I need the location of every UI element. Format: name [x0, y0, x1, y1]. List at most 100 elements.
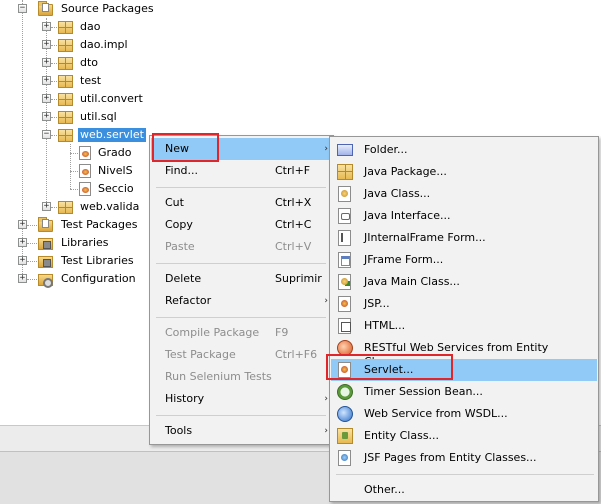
- submenu-item-label: Other...: [364, 483, 405, 496]
- expand-toggle[interactable]: +: [18, 274, 27, 283]
- collapse-toggle[interactable]: −: [18, 4, 27, 13]
- submenu-item-other[interactable]: Other...: [331, 479, 597, 501]
- tree-node-libraries[interactable]: Libraries: [38, 234, 111, 252]
- menu-item-cut[interactable]: Cut Ctrl+X: [151, 192, 332, 214]
- menu-item-tools[interactable]: Tools ›: [151, 420, 332, 442]
- submenu-item-folder[interactable]: Folder...: [331, 139, 597, 161]
- menu-item-label: Run Selenium Tests: [165, 370, 272, 383]
- new-submenu: Folder... Java Package... Java Class... …: [329, 136, 599, 502]
- menu-separator: [156, 187, 326, 188]
- expand-toggle[interactable]: +: [42, 202, 51, 211]
- java-interface-icon: [338, 208, 351, 224]
- tree-node-label: dao.impl: [80, 38, 128, 51]
- submenu-item-label: HTML...: [364, 319, 406, 332]
- configuration-icon: [38, 272, 54, 288]
- tree-guide-line: [70, 144, 71, 189]
- submenu-arrow-icon: ›: [324, 144, 328, 154]
- submenu-item-jframe-form[interactable]: JFrame Form...: [331, 249, 597, 271]
- menu-item-label: Refactor: [165, 294, 212, 307]
- jframe-icon: [338, 252, 351, 268]
- submenu-item-java-main-class[interactable]: Java Main Class...: [331, 271, 597, 293]
- expand-toggle[interactable]: +: [42, 94, 51, 103]
- tree-node-dao-impl[interactable]: dao.impl: [58, 36, 130, 54]
- submenu-item-web-service-from-wsdl[interactable]: Web Service from WSDL...: [331, 403, 597, 425]
- menu-item-find[interactable]: Find... Ctrl+F: [151, 160, 332, 182]
- submenu-item-label: JSP...: [364, 297, 390, 310]
- source-folder-icon: [38, 1, 54, 16]
- tree-node-util-sql[interactable]: util.sql: [58, 108, 119, 126]
- jsf-icon: [338, 450, 351, 466]
- tree-node-web-servlet[interactable]: web.servlet: [58, 126, 146, 144]
- collapse-toggle[interactable]: −: [42, 130, 51, 139]
- package-icon: [58, 57, 73, 70]
- submenu-item-label: Java Main Class...: [364, 275, 460, 288]
- tree-node-test[interactable]: test: [58, 72, 103, 90]
- submenu-item-label: JInternalFrame Form...: [364, 231, 486, 244]
- libraries-icon: [38, 236, 54, 250]
- java-class-icon: [338, 186, 351, 202]
- expand-toggle[interactable]: +: [18, 256, 27, 265]
- expand-toggle[interactable]: +: [42, 112, 51, 121]
- tree-node-label: Test Libraries: [61, 254, 134, 267]
- menu-item-label: Test Package: [165, 348, 236, 361]
- menu-item-label: Paste: [165, 240, 195, 253]
- tree-node-label: Grado: [98, 146, 132, 159]
- tree-node-source-packages[interactable]: Source Packages: [38, 0, 156, 18]
- servlet-file-icon: [79, 182, 91, 196]
- menu-item-delete[interactable]: Delete Suprimir: [151, 268, 332, 290]
- submenu-item-label: Folder...: [364, 143, 408, 156]
- submenu-item-jsf-pages[interactable]: JSF Pages from Entity Classes...: [331, 447, 597, 469]
- java-main-class-icon: [338, 274, 351, 290]
- tree-node-label: dto: [80, 56, 99, 69]
- expand-toggle[interactable]: +: [18, 220, 27, 229]
- menu-item-history[interactable]: History ›: [151, 388, 332, 410]
- tree-node-label: Test Packages: [61, 218, 138, 231]
- menu-separator: [156, 415, 326, 416]
- menu-item-shortcut: Ctrl+C: [275, 218, 312, 231]
- tree-node-seccio[interactable]: Seccio: [77, 180, 136, 198]
- submenu-item-java-class[interactable]: Java Class...: [331, 183, 597, 205]
- submenu-item-java-package[interactable]: Java Package...: [331, 161, 597, 183]
- menu-item-label: Delete: [165, 272, 202, 285]
- folder-icon: [337, 144, 353, 156]
- tree-node-dto[interactable]: dto: [58, 54, 100, 72]
- menu-item-run-selenium-tests[interactable]: Run Selenium Tests: [151, 366, 332, 388]
- tree-node-label: util.sql: [80, 110, 117, 123]
- expand-toggle[interactable]: +: [42, 40, 51, 49]
- tree-node-nivels[interactable]: NivelS: [77, 162, 135, 180]
- tree-node-dao[interactable]: dao: [58, 18, 102, 36]
- tree-node-test-packages[interactable]: Test Packages: [38, 216, 139, 234]
- submenu-item-java-interface[interactable]: Java Interface...: [331, 205, 597, 227]
- expand-toggle[interactable]: +: [42, 22, 51, 31]
- context-menu: New › Find... Ctrl+F Cut Ctrl+X Copy Ctr…: [149, 135, 334, 445]
- tree-node-web-valida[interactable]: web.valida: [58, 198, 141, 216]
- tree-node-test-libraries[interactable]: Test Libraries: [38, 252, 136, 270]
- tree-node-label: Libraries: [61, 236, 109, 249]
- menu-item-shortcut: Ctrl+V: [275, 240, 312, 253]
- submenu-item-jsp[interactable]: JSP...: [331, 293, 597, 315]
- tree-node-configuration[interactable]: Configuration: [38, 270, 138, 288]
- menu-item-refactor[interactable]: Refactor ›: [151, 290, 332, 312]
- submenu-item-html[interactable]: HTML...: [331, 315, 597, 337]
- menu-separator: [336, 474, 594, 475]
- menu-item-label: Copy: [165, 218, 193, 231]
- menu-item-shortcut: F9: [275, 326, 289, 339]
- tree-node-grado[interactable]: Grado: [77, 144, 134, 162]
- expand-toggle[interactable]: +: [42, 58, 51, 67]
- menu-item-shortcut: Suprimir: [275, 272, 322, 285]
- tree-node-label: Source Packages: [61, 2, 154, 15]
- submenu-item-jinternalframe-form[interactable]: JInternalFrame Form...: [331, 227, 597, 249]
- submenu-item-entity-class[interactable]: Entity Class...: [331, 425, 597, 447]
- submenu-item-label: Timer Session Bean...: [364, 385, 483, 398]
- expand-toggle[interactable]: +: [42, 76, 51, 85]
- submenu-item-timer-session-bean[interactable]: Timer Session Bean...: [331, 381, 597, 403]
- menu-item-test-package[interactable]: Test Package Ctrl+F6: [151, 344, 332, 366]
- menu-item-copy[interactable]: Copy Ctrl+C: [151, 214, 332, 236]
- highlight-box-new: [152, 133, 219, 162]
- expand-toggle[interactable]: +: [18, 238, 27, 247]
- submenu-arrow-icon: ›: [324, 296, 328, 306]
- tree-node-util-convert[interactable]: util.convert: [58, 90, 145, 108]
- menu-item-paste[interactable]: Paste Ctrl+V: [151, 236, 332, 258]
- jinternalframe-icon: [338, 230, 351, 246]
- menu-item-compile-package[interactable]: Compile Package F9: [151, 322, 332, 344]
